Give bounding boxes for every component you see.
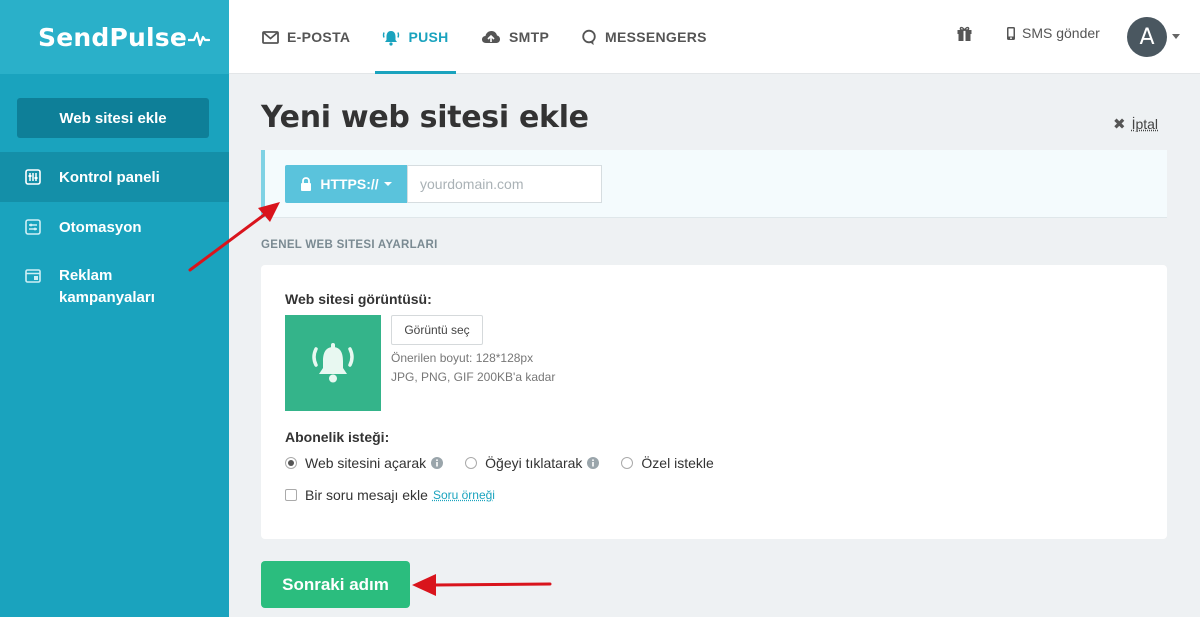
automation-icon bbox=[24, 218, 42, 236]
radio-on-click[interactable]: Öğeyi tıklatarak bbox=[465, 455, 600, 471]
tab-label: MESSENGERS bbox=[605, 29, 707, 45]
sidebar-item-label: Reklam kampanyaları bbox=[59, 265, 155, 309]
pulse-icon bbox=[186, 31, 211, 46]
sidebar-item-label-line2: kampanyaları bbox=[59, 289, 155, 306]
bell-icon bbox=[382, 29, 400, 46]
gift-icon[interactable] bbox=[956, 25, 973, 47]
radio-custom-request[interactable]: Özel istekle bbox=[621, 455, 714, 471]
sidebar-item-ad-campaigns[interactable]: Reklam kampanyaları bbox=[0, 265, 229, 309]
envelope-icon bbox=[262, 30, 279, 44]
question-message-row: Bir soru mesajı ekle Soru örneği bbox=[285, 487, 495, 503]
phone-icon bbox=[1006, 26, 1016, 41]
checkbox-label: Bir soru mesajı ekle bbox=[305, 487, 428, 503]
tab-label: PUSH bbox=[408, 29, 449, 45]
radio-label: Web sitesini açarak bbox=[305, 455, 427, 471]
close-icon: ✖ bbox=[1113, 116, 1126, 133]
radio-button[interactable] bbox=[285, 457, 297, 469]
radio-label: Özel istekle bbox=[641, 455, 714, 471]
question-message-checkbox[interactable] bbox=[285, 489, 297, 501]
page-title: Yeni web sitesi ekle bbox=[261, 100, 589, 135]
tab-email[interactable]: E-POSTA bbox=[262, 0, 350, 74]
sidebar-item-dashboard[interactable]: Kontrol paneli bbox=[0, 152, 229, 202]
radio-label: Öğeyi tıklatarak bbox=[485, 455, 583, 471]
cancel-label: İptal bbox=[1131, 116, 1159, 132]
browser-window-icon bbox=[24, 267, 42, 285]
logo-area: SendPulse bbox=[0, 0, 229, 74]
domain-input[interactable] bbox=[407, 165, 602, 203]
active-tab-indicator bbox=[375, 71, 456, 74]
tab-label: E-POSTA bbox=[287, 29, 351, 45]
tab-messengers[interactable]: MESSENGERS bbox=[581, 0, 707, 74]
question-sample-link[interactable]: Soru örneği bbox=[433, 488, 495, 502]
radio-button[interactable] bbox=[465, 457, 478, 469]
info-icon[interactable] bbox=[587, 457, 600, 469]
brand-name: SendPulse bbox=[38, 22, 187, 52]
sidebar-item-label: Kontrol paneli bbox=[59, 168, 160, 186]
sms-label: SMS gönder bbox=[1022, 25, 1100, 41]
tab-push[interactable]: PUSH bbox=[375, 0, 456, 74]
sliders-icon bbox=[24, 168, 42, 186]
send-sms-link[interactable]: SMS gönder bbox=[1006, 25, 1100, 41]
next-step-button[interactable]: Sonraki adım bbox=[261, 561, 410, 608]
subscription-request-label: Abonelik isteği: bbox=[285, 429, 390, 445]
user-avatar[interactable]: A bbox=[1127, 17, 1167, 57]
image-size-hint: Önerilen boyut: 128*128px bbox=[391, 351, 534, 365]
protocol-dropdown[interactable]: HTTPS:// bbox=[285, 165, 407, 203]
sidebar-item-label-line1: Reklam bbox=[59, 267, 113, 284]
website-image-preview bbox=[285, 315, 381, 411]
bell-icon bbox=[312, 343, 354, 383]
info-icon[interactable] bbox=[431, 457, 444, 469]
chevron-down-icon[interactable] bbox=[1172, 34, 1180, 39]
top-navigation-bar: E-POSTA PUSH SMTP MESSENGERS SMS gönder … bbox=[229, 0, 1200, 74]
radio-button[interactable] bbox=[621, 457, 634, 469]
tab-label: SMTP bbox=[509, 29, 550, 45]
sidebar-item-label: Otomasyon bbox=[59, 218, 142, 236]
chat-bubble-icon bbox=[581, 29, 597, 45]
domain-panel: HTTPS:// bbox=[261, 150, 1167, 218]
cancel-link[interactable]: ✖ İptal bbox=[1113, 115, 1158, 133]
tab-smtp[interactable]: SMTP bbox=[481, 0, 549, 74]
protocol-label: HTTPS:// bbox=[320, 176, 379, 192]
settings-card: Web sitesi görüntüsü: Görüntü seç Öneril… bbox=[261, 265, 1167, 539]
add-website-button[interactable]: Web sitesi ekle bbox=[17, 98, 209, 138]
sendpulse-logo[interactable]: SendPulse bbox=[38, 22, 211, 52]
subscription-options: Web sitesini açarak Öğeyi tıklatarak Öze… bbox=[285, 455, 736, 471]
website-image-label: Web sitesi görüntüsü: bbox=[285, 291, 432, 307]
cloud-upload-icon bbox=[481, 30, 501, 45]
lock-icon bbox=[300, 177, 312, 191]
annotation-arrow-icon bbox=[412, 574, 552, 596]
section-label: GENEL WEB SITESI AYARLARI bbox=[261, 239, 438, 251]
sidebar: SendPulse Web sitesi ekle Kontrol paneli… bbox=[0, 0, 229, 617]
choose-image-button[interactable]: Görüntü seç bbox=[391, 315, 483, 345]
chevron-down-icon bbox=[383, 182, 392, 186]
image-format-hint: JPG, PNG, GIF 200KB'a kadar bbox=[391, 370, 556, 384]
sidebar-item-automation[interactable]: Otomasyon bbox=[0, 214, 229, 240]
radio-on-open[interactable]: Web sitesini açarak bbox=[285, 455, 444, 471]
